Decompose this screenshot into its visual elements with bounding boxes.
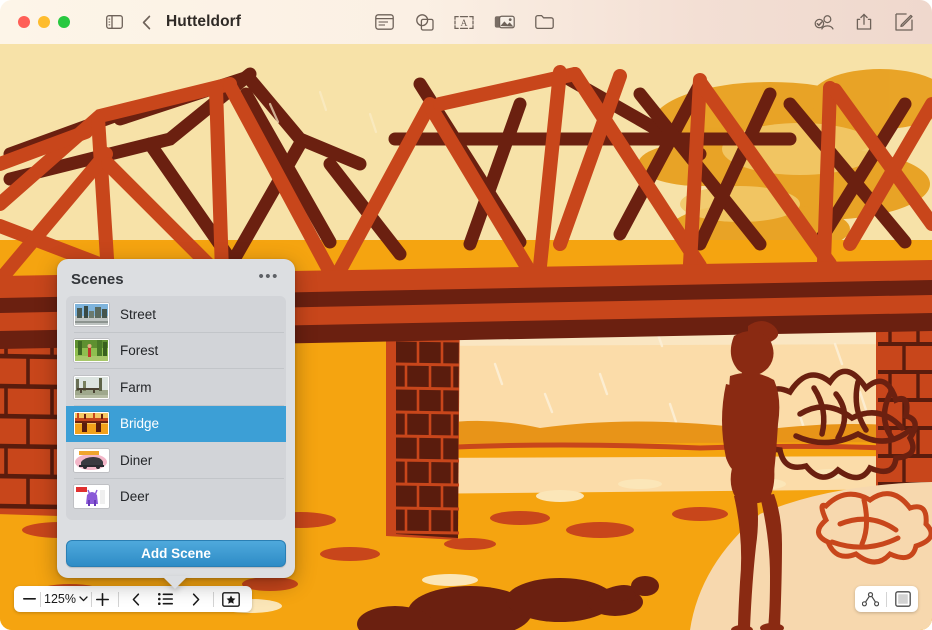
more-options-icon[interactable]: ••• (256, 270, 281, 288)
shapes-icon[interactable] (410, 9, 438, 35)
back-button[interactable] (132, 9, 160, 35)
center-toolbar: A (370, 9, 558, 35)
share-icon[interactable] (850, 9, 878, 35)
bottom-left-toolbar: 125% (14, 586, 252, 612)
previous-scene-button[interactable] (121, 587, 151, 611)
scene-list: Street Forest (66, 296, 286, 520)
thumbnail-farm (74, 376, 109, 399)
list-item-label: Forest (120, 343, 158, 358)
zoom-level-value: 125% (44, 592, 76, 606)
compose-icon[interactable] (890, 9, 918, 35)
close-button[interactable] (18, 16, 30, 28)
titlebar: Hutteldorf (0, 0, 932, 44)
list-item-street[interactable]: Street (66, 296, 286, 333)
chevron-down-icon (79, 596, 88, 602)
svg-text:A: A (461, 18, 468, 29)
zoom-group: 125% (14, 586, 118, 612)
list-item-label: Bridge (120, 416, 159, 431)
list-item-label: Deer (120, 489, 149, 504)
thumbnail-street (74, 303, 109, 326)
list-item-diner[interactable]: Diner (66, 442, 286, 479)
thumbnail-bridge (74, 412, 109, 435)
present-group (214, 587, 252, 611)
sidebar-toggle-button[interactable] (100, 9, 128, 35)
thumbnail-forest (74, 339, 109, 362)
zoom-level-selector[interactable]: 125% (41, 592, 91, 606)
note-icon[interactable] (370, 9, 398, 35)
collaborate-icon[interactable] (810, 9, 838, 35)
popover-header: Scenes ••• (57, 259, 295, 296)
thumbnail-deer (74, 485, 109, 508)
scenes-popover: Scenes ••• Street (57, 259, 295, 578)
bottom-right-toolbar (855, 586, 918, 612)
app-window: Hutteldorf (0, 0, 932, 630)
add-scene-button[interactable]: Add Scene (66, 540, 286, 567)
connections-icon[interactable] (855, 586, 886, 612)
list-item-label: Diner (120, 453, 152, 468)
list-item-forest[interactable]: Forest (66, 333, 286, 370)
list-item-deer[interactable]: Deer (66, 479, 286, 516)
next-scene-button[interactable] (181, 587, 211, 611)
popover-title: Scenes (71, 271, 124, 288)
canvas-icon[interactable] (887, 586, 918, 612)
thumbnail-diner (74, 449, 109, 472)
page-title: Hutteldorf (166, 13, 241, 31)
minimize-button[interactable] (38, 16, 50, 28)
right-toolbar (810, 9, 918, 35)
present-star-button[interactable] (216, 587, 246, 611)
list-item-farm[interactable]: Farm (66, 369, 286, 406)
list-item-label: Street (120, 307, 156, 322)
scene-nav-group (119, 586, 213, 612)
maximize-button[interactable] (58, 16, 70, 28)
scene-list-button[interactable] (151, 587, 181, 611)
zoom-in-button[interactable] (92, 587, 114, 611)
list-item-label: Farm (120, 380, 152, 395)
text-box-icon[interactable]: A (450, 9, 478, 35)
list-item-bridge[interactable]: Bridge (66, 406, 286, 443)
folder-icon[interactable] (530, 9, 558, 35)
popover-tail (162, 576, 188, 589)
zoom-out-button[interactable] (18, 587, 40, 611)
media-icon[interactable] (490, 9, 518, 35)
traffic-lights (18, 16, 70, 28)
